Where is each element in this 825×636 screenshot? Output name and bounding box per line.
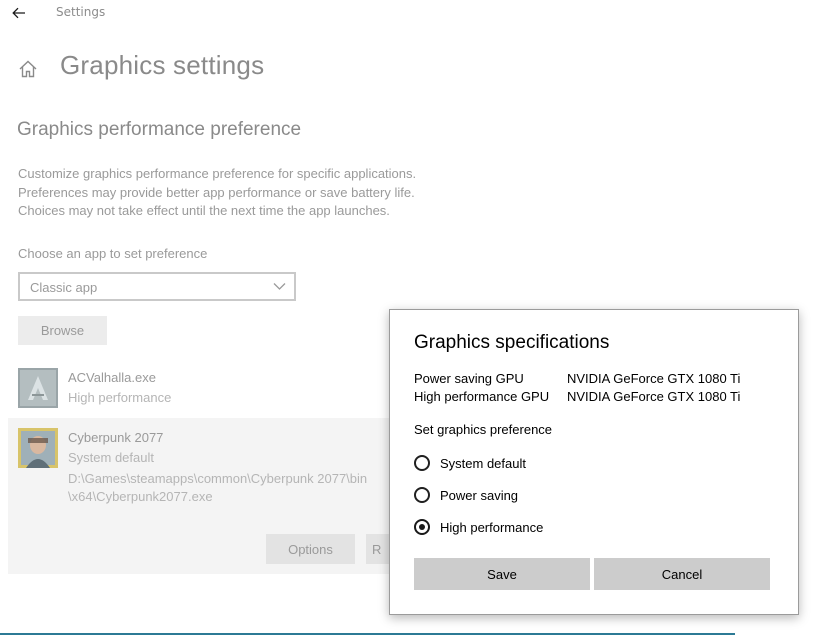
radio-high-performance[interactable]: High performance <box>414 516 543 538</box>
page-title: Graphics settings <box>60 50 265 80</box>
radio-power-saving[interactable]: Power saving <box>414 484 518 506</box>
app-preference: System default <box>68 450 154 465</box>
description-line: Preferences may provide better app perfo… <box>18 185 415 200</box>
radio-label: Power saving <box>440 487 519 503</box>
acvalhalla-app-icon <box>18 368 58 408</box>
app-title: Settings <box>56 5 106 19</box>
radio-circle-checked <box>414 519 430 535</box>
accent-line <box>0 633 735 635</box>
options-button[interactable]: Options <box>266 534 355 564</box>
cyberpunk-app-icon <box>18 428 58 468</box>
spec-label: Power saving GPU <box>414 371 524 386</box>
choose-app-label: Choose an app to set preference <box>18 246 208 261</box>
set-preference-label: Set graphics preference <box>414 422 553 437</box>
section-title: Graphics performance preference <box>17 119 302 140</box>
radio-circle <box>414 455 430 471</box>
description-line: Choices may not take effect until the ne… <box>18 203 390 218</box>
spec-label: High performance GPU <box>414 389 550 404</box>
arrow-left-icon <box>12 7 25 19</box>
app-path: D:\Games\steamapps\common\Cyberpunk 2077… <box>68 471 368 486</box>
app-name: Cyberpunk 2077 <box>68 430 164 445</box>
app-preference: High performance <box>68 390 172 405</box>
radio-label: High performance <box>440 519 544 535</box>
home-icon[interactable] <box>17 58 39 80</box>
graphics-specifications-dialog: Graphics specifications Power saving GPU… <box>389 309 799 615</box>
back-button[interactable] <box>8 2 30 24</box>
dialog-title: Graphics specifications <box>414 332 610 353</box>
spec-value: NVIDIA GeForce GTX 1080 Ti <box>567 389 741 404</box>
save-button[interactable]: Save <box>414 558 590 590</box>
radio-label: System default <box>440 455 526 471</box>
chevron-down-icon <box>273 283 286 290</box>
settings-window: Settings Graphics settings Graphics perf… <box>0 0 825 636</box>
radio-circle <box>414 487 430 503</box>
description-line: Customize graphics performance preferenc… <box>18 166 417 181</box>
browse-button[interactable]: Browse <box>18 316 107 345</box>
app-type-selected: Classic app <box>30 280 98 295</box>
app-path: \x64\Cyberpunk2077.exe <box>68 489 213 504</box>
cancel-button[interactable]: Cancel <box>594 558 770 590</box>
radio-system-default[interactable]: System default <box>414 452 526 474</box>
app-name: ACValhalla.exe <box>68 370 156 385</box>
spec-value: NVIDIA GeForce GTX 1080 Ti <box>567 371 741 386</box>
app-type-dropdown[interactable]: Classic app <box>18 272 296 301</box>
